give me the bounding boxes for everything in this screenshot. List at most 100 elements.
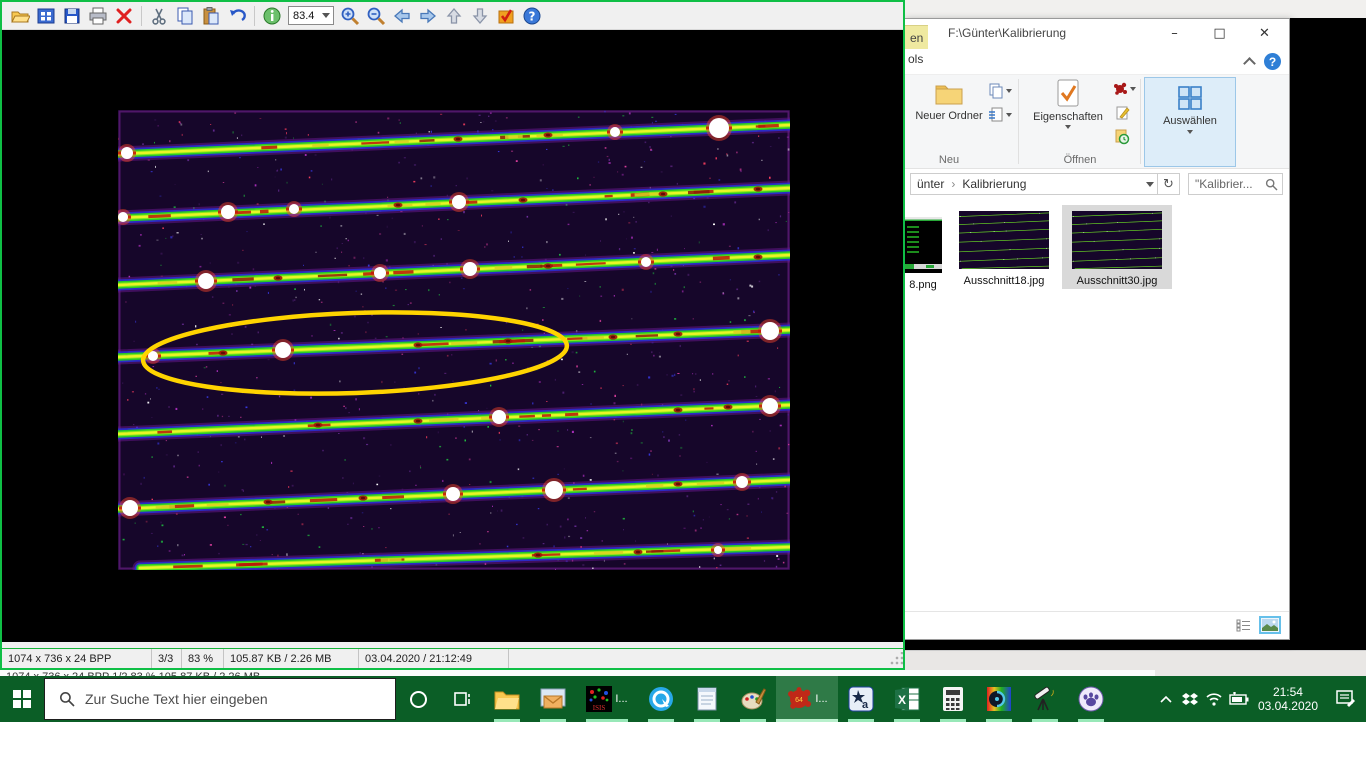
taskbar-app-quick-assist[interactable] bbox=[638, 676, 684, 722]
next-button[interactable] bbox=[416, 4, 440, 28]
spectral-image bbox=[118, 110, 790, 570]
address-dropdown-icon[interactable] bbox=[1146, 182, 1154, 187]
file-item[interactable]: 8.png bbox=[904, 217, 942, 291]
taskbar-app-irfanview[interactable]: 64I... bbox=[776, 676, 838, 722]
taskbar-app-explorer-folder[interactable] bbox=[484, 676, 530, 722]
paste-button[interactable] bbox=[199, 4, 223, 28]
taskbar-app-spectrum-app[interactable] bbox=[976, 676, 1022, 722]
action-center-button[interactable] bbox=[1326, 676, 1366, 722]
tray-expand-icon[interactable] bbox=[1154, 676, 1178, 722]
ribbon-tab-fragment[interactable]: ols bbox=[904, 52, 923, 66]
copy-path-button[interactable] bbox=[988, 83, 1012, 99]
status-zoom: 83 % bbox=[182, 649, 224, 668]
taskbar-app-calculator[interactable] bbox=[930, 676, 976, 722]
toolbar-separator bbox=[254, 6, 255, 26]
excel-icon: X bbox=[894, 687, 920, 711]
select-button[interactable]: Auswählen bbox=[1144, 77, 1236, 167]
wifi-icon[interactable] bbox=[1202, 676, 1226, 722]
first-button[interactable] bbox=[442, 4, 466, 28]
search-icon bbox=[59, 691, 75, 707]
breadcrumb-crumb[interactable]: ünter bbox=[917, 177, 944, 191]
open-with-button[interactable] bbox=[1112, 81, 1136, 97]
spectrum-app-icon bbox=[986, 686, 1012, 712]
history-button[interactable] bbox=[1114, 129, 1130, 145]
taskbar-app-paw[interactable] bbox=[1068, 676, 1114, 722]
taskbar-app-paint[interactable] bbox=[730, 676, 776, 722]
image-canvas[interactable] bbox=[2, 30, 903, 642]
breadcrumb-separator-icon: › bbox=[951, 177, 955, 191]
explorer-titlebar[interactable]: en F:\Günter\Kalibrierung – □ ✕ bbox=[904, 19, 1289, 49]
maximize-button[interactable]: □ bbox=[1197, 19, 1242, 48]
task-view-icon bbox=[452, 690, 472, 708]
taskbar-app-astro-a[interactable]: a bbox=[838, 676, 884, 722]
minimize-button[interactable]: – bbox=[1152, 19, 1197, 48]
open-with-icon bbox=[1112, 81, 1128, 97]
svg-text:ISIS: ISIS bbox=[593, 704, 606, 712]
explorer-search-input[interactable]: "Kalibrier... bbox=[1188, 173, 1283, 195]
desktop: 83.4? 1074 x 736 x 24 BPP 3/3 83 % 105.8… bbox=[0, 0, 1366, 768]
undo-button[interactable] bbox=[225, 4, 249, 28]
breadcrumb[interactable]: ünter › Kalibrierung bbox=[910, 173, 1158, 195]
file-thumbnail bbox=[904, 217, 942, 273]
taskbar-app-isis[interactable]: ISISI... bbox=[576, 676, 638, 722]
copy-button[interactable] bbox=[173, 4, 197, 28]
file-item[interactable]: Ausschnitt18.jpg bbox=[959, 211, 1049, 287]
running-indicator bbox=[540, 719, 566, 722]
zoom-out-button[interactable] bbox=[364, 4, 388, 28]
calculator-icon bbox=[942, 686, 964, 712]
running-indicator bbox=[848, 719, 874, 722]
file-item[interactable]: Ausschnitt30.jpg bbox=[1062, 205, 1172, 289]
taskbar-app-notepad[interactable] bbox=[684, 676, 730, 722]
prev-button[interactable] bbox=[390, 4, 414, 28]
info-button[interactable] bbox=[260, 4, 284, 28]
status-empty bbox=[509, 649, 889, 668]
file-thumbnail bbox=[1072, 211, 1162, 269]
refresh-button[interactable]: ↻ bbox=[1158, 173, 1180, 195]
mail-icon bbox=[540, 688, 566, 710]
new-folder-button[interactable]: Neuer Ordner bbox=[914, 79, 984, 123]
paw-icon bbox=[1078, 686, 1104, 712]
print-button[interactable] bbox=[86, 4, 110, 28]
ribbon-tabs: ols ? bbox=[904, 49, 1289, 75]
viewer-statusbar: 1074 x 736 x 24 BPP 3/3 83 % 105.87 KB /… bbox=[2, 648, 903, 668]
taskbar-app-mail[interactable] bbox=[530, 676, 576, 722]
battery-icon[interactable] bbox=[1226, 676, 1250, 722]
file-thumbnail bbox=[959, 211, 1049, 269]
start-button[interactable] bbox=[0, 676, 44, 722]
cortana-button[interactable] bbox=[396, 676, 440, 722]
delete-button[interactable] bbox=[112, 4, 136, 28]
taskbar-clock[interactable]: 21:54 03.04.2020 bbox=[1250, 685, 1326, 713]
taskbar-search-input[interactable]: Zur Suche Text hier eingeben bbox=[44, 678, 396, 720]
properties-button[interactable]: Eigenschaften bbox=[1026, 79, 1110, 129]
last-button[interactable] bbox=[468, 4, 492, 28]
thumbnails-button[interactable] bbox=[34, 4, 58, 28]
task-view-button[interactable] bbox=[440, 676, 484, 722]
help-icon[interactable]: ? bbox=[1264, 53, 1281, 70]
close-button[interactable]: ✕ bbox=[1242, 19, 1287, 48]
new-item-button[interactable] bbox=[988, 107, 1012, 123]
cut-button[interactable] bbox=[147, 4, 171, 28]
taskbar-app-telescope[interactable] bbox=[1022, 676, 1068, 722]
checker-button[interactable] bbox=[494, 4, 518, 28]
zoom-level-value: 83.4 bbox=[293, 10, 314, 22]
breadcrumb-crumb[interactable]: Kalibrierung bbox=[962, 177, 1026, 191]
taskbar-app-excel[interactable]: X bbox=[884, 676, 930, 722]
save-button[interactable] bbox=[60, 4, 84, 28]
dropbox-icon[interactable] bbox=[1178, 676, 1202, 722]
status-index: 3/3 bbox=[152, 649, 182, 668]
taskbar: Zur Suche Text hier eingeben ISISI... 64I… bbox=[0, 676, 1366, 722]
collapse-ribbon-icon[interactable] bbox=[1243, 57, 1256, 70]
zoom-in-button[interactable] bbox=[338, 4, 362, 28]
group-label-open: Öffnen bbox=[1022, 154, 1138, 166]
help-button[interactable]: ? bbox=[520, 4, 544, 28]
ribbon-contextual-tab-fragment[interactable]: en bbox=[904, 25, 928, 49]
large-icons-view-icon[interactable] bbox=[1259, 616, 1281, 634]
edit-button[interactable] bbox=[1114, 105, 1130, 121]
running-indicator bbox=[740, 719, 766, 722]
open-button[interactable] bbox=[8, 4, 32, 28]
resize-grip[interactable] bbox=[889, 652, 903, 666]
file-name: Ausschnitt18.jpg bbox=[964, 275, 1045, 287]
svg-text:X: X bbox=[898, 693, 906, 707]
details-view-icon[interactable] bbox=[1236, 618, 1251, 633]
zoom-level-combobox[interactable]: 83.4 bbox=[288, 6, 334, 25]
